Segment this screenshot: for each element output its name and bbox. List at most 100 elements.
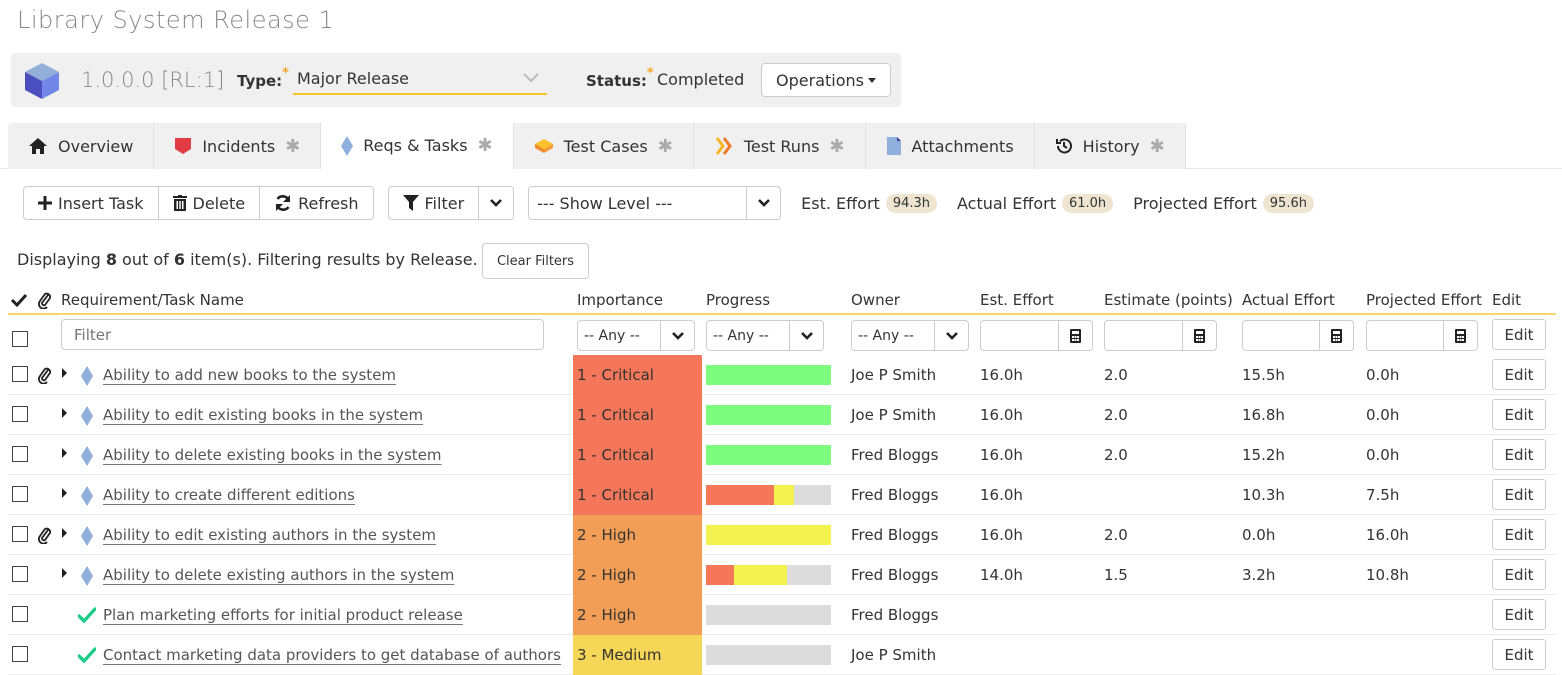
row-name-cell: Plan marketing efforts for initial produ… [103,595,463,635]
owner-filter-select[interactable]: -- Any -- [851,320,969,351]
select-all-check-icon[interactable] [10,293,28,307]
projected-effort-filter-input[interactable] [1366,320,1478,351]
row-edit-button[interactable]: Edit [1492,519,1546,550]
row-checkbox[interactable] [12,566,28,582]
estimate-points-filter-input[interactable] [1104,320,1217,351]
est-effort-cell: 16.0h [980,366,1023,384]
table-row: Ability to edit existing authors in the … [8,515,1556,555]
actual-effort-filter-input[interactable] [1242,320,1354,351]
expand-triangle-icon[interactable] [62,408,67,418]
tab-test-cases[interactable]: Test Cases ✱ [514,123,694,169]
row-checkbox[interactable] [12,486,28,502]
paperclip-icon[interactable] [38,526,52,544]
requirement-name-link[interactable]: Ability to create different editions [103,486,355,504]
row-checkbox[interactable] [12,526,28,542]
select-all-checkbox[interactable] [12,331,28,347]
est-effort-filter-input[interactable] [980,320,1093,351]
projected-effort-cell: 0.0h [1366,366,1400,384]
calculator-icon[interactable] [1443,321,1477,350]
expand-triangle-icon[interactable] [62,488,67,498]
type-select[interactable]: Major Release [293,65,547,95]
clear-filters-button[interactable]: Clear Filters [482,243,589,279]
row-edit-button[interactable]: Edit [1492,359,1546,390]
row-edit-button[interactable]: Edit [1492,599,1546,630]
plus-icon [38,196,52,210]
tab-attachments[interactable]: Attachments [866,123,1035,169]
row-name-cell: Ability to edit existing authors in the … [103,515,436,555]
importance-cell: 2 - High [573,555,702,595]
filter-funnel-icon [402,195,419,211]
projected-effort-label: Projected Effort [1133,193,1257,213]
refresh-button[interactable]: Refresh [260,187,372,219]
projected-effort-cell: 7.5h [1366,486,1400,504]
tab-reqs-tasks[interactable]: Reqs & Tasks ✱ [321,123,514,169]
chevron-down-icon [789,321,823,350]
requirement-name-link[interactable]: Ability to delete existing authors in th… [103,566,454,584]
row-edit-button[interactable]: Edit [1492,439,1546,470]
row-checkbox[interactable] [12,366,28,382]
tab-star-icon: ✱ [477,135,493,156]
paperclip-icon[interactable] [38,366,52,384]
col-header-est-effort[interactable]: Est. Effort [980,291,1054,309]
expand-triangle-icon[interactable] [62,368,67,378]
filter-button-group: Filter [387,186,515,220]
row-edit-button[interactable]: Edit [1492,559,1546,590]
display-middle: out of [122,250,169,269]
calculator-icon[interactable] [1319,321,1353,350]
delete-button[interactable]: Delete [159,187,261,219]
show-level-select[interactable]: --- Show Level --- [528,186,782,220]
tab-bar: Overview Incidents ✱ Reqs & Tasks ✱ Test… [8,123,1186,169]
progress-bar [706,405,831,425]
row-edit-button[interactable]: Edit [1492,479,1546,510]
row-edit-button[interactable]: Edit [1492,399,1546,430]
type-label-text: Type: [237,72,283,90]
owner-cell: Fred Bloggs [851,486,939,504]
progress-filter-select[interactable]: -- Any -- [706,320,824,351]
filter-edit-button[interactable]: Edit [1492,319,1546,350]
est-effort-cell: 14.0h [980,566,1023,584]
row-checkbox[interactable] [12,446,28,462]
tab-label: Test Cases [563,136,648,156]
importance-filter-select[interactable]: -- Any -- [577,320,695,351]
requirement-name-link[interactable]: Ability to delete existing books in the … [103,446,442,464]
expand-triangle-icon[interactable] [62,568,67,578]
col-header-projected-effort[interactable]: Projected Effort [1366,291,1482,309]
row-name-cell: Ability to delete existing books in the … [103,435,442,475]
requirement-name-link[interactable]: Plan marketing efforts for initial produ… [103,606,463,624]
expand-triangle-icon[interactable] [62,448,67,458]
tab-incidents[interactable]: Incidents ✱ [154,123,322,169]
operations-button[interactable]: Operations [761,63,891,97]
row-checkbox[interactable] [12,646,28,662]
tab-overview[interactable]: Overview [8,123,155,169]
requirement-name-link[interactable]: Ability to edit existing authors in the … [103,526,436,544]
col-header-progress[interactable]: Progress [706,291,770,309]
requirement-diamond-icon [341,135,354,156]
tab-test-runs[interactable]: Test Runs ✱ [694,123,866,169]
col-header-actual-effort[interactable]: Actual Effort [1242,291,1335,309]
name-filter-input[interactable] [61,319,544,350]
requirement-name-link[interactable]: Ability to edit existing books in the sy… [103,406,423,424]
estimate-points-cell: 2.0 [1104,446,1128,464]
col-header-importance[interactable]: Importance [577,291,663,309]
col-header-name[interactable]: Requirement/Task Name [61,291,244,309]
row-name-cell: Ability to create different editions [103,475,355,515]
insert-task-button[interactable]: Insert Task [24,187,159,219]
col-header-owner[interactable]: Owner [851,291,900,309]
col-header-estimate-points[interactable]: Estimate (points) [1104,291,1233,309]
calculator-icon[interactable] [1182,321,1216,350]
row-checkbox[interactable] [12,406,28,422]
expand-triangle-icon[interactable] [62,528,67,538]
row-edit-button[interactable]: Edit [1492,639,1546,670]
tab-star-icon: ✱ [1149,135,1165,157]
progress-segment-in-progress [733,565,788,585]
refresh-label: Refresh [298,193,359,213]
calculator-icon[interactable] [1058,321,1092,350]
requirement-name-link[interactable]: Contact marketing data providers to get … [103,646,561,664]
filter-button[interactable]: Filter [389,187,480,219]
tab-history[interactable]: History ✱ [1035,123,1186,169]
row-checkbox[interactable] [12,606,28,622]
filter-dropdown-toggle[interactable] [479,187,513,219]
requirement-name-link[interactable]: Ability to add new books to the system [103,366,396,384]
display-prefix: Displaying [17,250,101,269]
tab-label: Test Runs [743,136,820,156]
